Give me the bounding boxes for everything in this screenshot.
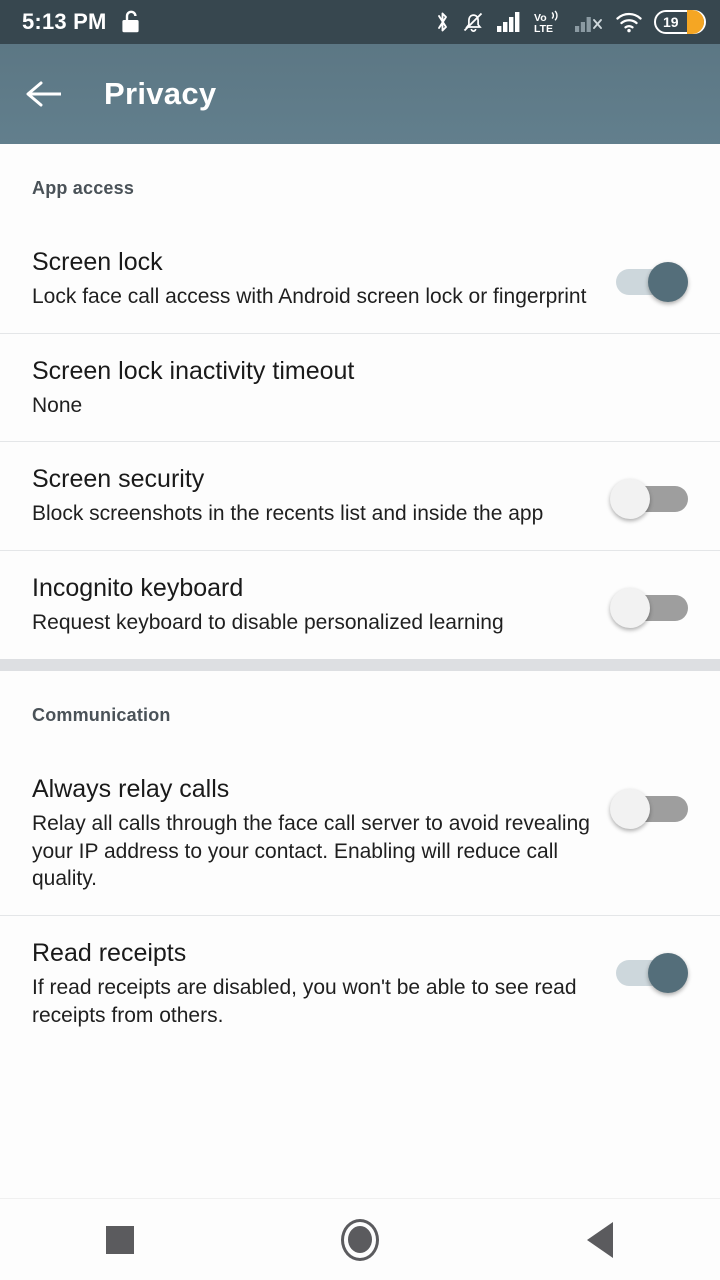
page-title: Privacy <box>104 76 217 111</box>
home-button[interactable] <box>315 1210 405 1270</box>
setting-subtitle: Lock face call access with Android scree… <box>32 285 587 308</box>
toggle-thumb <box>610 479 650 520</box>
section-header-app-access: App access <box>32 178 135 198</box>
setting-row-screen-lock[interactable]: Screen lock Lock face call access with A… <box>0 225 720 333</box>
setting-subtitle: Relay all calls through the face call se… <box>32 811 590 891</box>
wifi-icon <box>615 11 643 33</box>
setting-row-always-relay-calls[interactable]: Always relay calls Relay all calls throu… <box>0 751 720 916</box>
setting-subtitle: If read receipts are disabled, you won't… <box>32 976 577 1027</box>
app-bar: Privacy <box>0 44 720 144</box>
phone-screen: 5:13 PM Vo LTE 19 Privacy App access Scr… <box>0 0 720 1280</box>
notifications-muted-icon <box>461 10 485 34</box>
status-bar-left: 5:13 PM <box>22 9 141 35</box>
status-clock: 5:13 PM <box>22 9 107 34</box>
setting-row-screen-lock-inactivity-timeout[interactable]: Screen lock inactivity timeout None <box>0 332 720 442</box>
battery-level: 19 <box>663 14 679 30</box>
setting-title: Always relay calls <box>32 774 230 803</box>
setting-subtitle: Request keyboard to disable personalized… <box>32 611 504 635</box>
status-bar-right: Vo LTE 19 <box>435 10 706 34</box>
setting-title: Incognito keyboard <box>32 574 244 603</box>
setting-row-screen-security[interactable]: Screen security Block screenshots in the… <box>0 441 720 551</box>
toggle-thumb <box>648 953 688 994</box>
toggle-read-receipts[interactable] <box>610 948 694 996</box>
setting-title: Screen lock <box>32 248 163 276</box>
bluetooth-icon <box>435 10 450 34</box>
setting-title: Screen lock inactivity timeout <box>32 356 355 385</box>
toggle-screen-lock[interactable] <box>610 257 694 305</box>
setting-title: Read receipts <box>32 939 187 968</box>
back-arrow-icon[interactable] <box>22 71 68 117</box>
setting-title: Screen security <box>32 465 205 494</box>
setting-row-text: Screen lock Lock face call access with A… <box>32 247 610 311</box>
volte-icon: Vo LTE <box>533 10 563 34</box>
setting-row-text: Screen security Block screenshots in the… <box>32 464 610 528</box>
toggle-thumb <box>648 262 688 302</box>
unlock-icon <box>121 10 141 34</box>
settings-list: App access Screen lock Lock face call ac… <box>0 144 720 1198</box>
battery-icon: 19 <box>654 10 706 34</box>
setting-row-text: Screen lock inactivity timeout None <box>32 356 694 420</box>
system-navigation-bar <box>0 1198 720 1280</box>
cellular-signal-icon <box>496 11 522 33</box>
toggle-thumb <box>610 588 650 629</box>
back-button[interactable] <box>555 1210 645 1270</box>
circle-icon <box>341 1218 379 1261</box>
section-header-communication: Communication <box>32 704 171 725</box>
section-divider <box>0 658 720 671</box>
setting-subtitle: Block screenshots in the recents list an… <box>32 502 544 526</box>
battery-fill <box>687 10 704 34</box>
setting-row-text: Incognito keyboard Request keyboard to d… <box>32 573 610 637</box>
setting-row-text: Always relay calls Relay all calls throu… <box>32 774 610 893</box>
toggle-incognito-keyboard[interactable] <box>610 583 694 631</box>
cellular-signal-no-service-icon <box>574 11 604 33</box>
setting-row-text: Read receipts If read receipts are disab… <box>32 938 610 1029</box>
svg-text:LTE: LTE <box>534 23 553 34</box>
setting-row-read-receipts[interactable]: Read receipts If read receipts are disab… <box>0 915 720 1052</box>
setting-row-incognito-keyboard[interactable]: Incognito keyboard Request keyboard to d… <box>0 550 720 659</box>
square-icon <box>106 1225 134 1254</box>
toggle-screen-security[interactable] <box>610 474 694 522</box>
toggle-always-relay-calls[interactable] <box>610 784 694 832</box>
status-bar: 5:13 PM Vo LTE 19 <box>0 0 720 44</box>
triangle-left-icon <box>587 1221 613 1258</box>
toggle-thumb <box>610 788 650 829</box>
recents-button[interactable] <box>75 1210 165 1270</box>
setting-value: None <box>32 393 83 417</box>
